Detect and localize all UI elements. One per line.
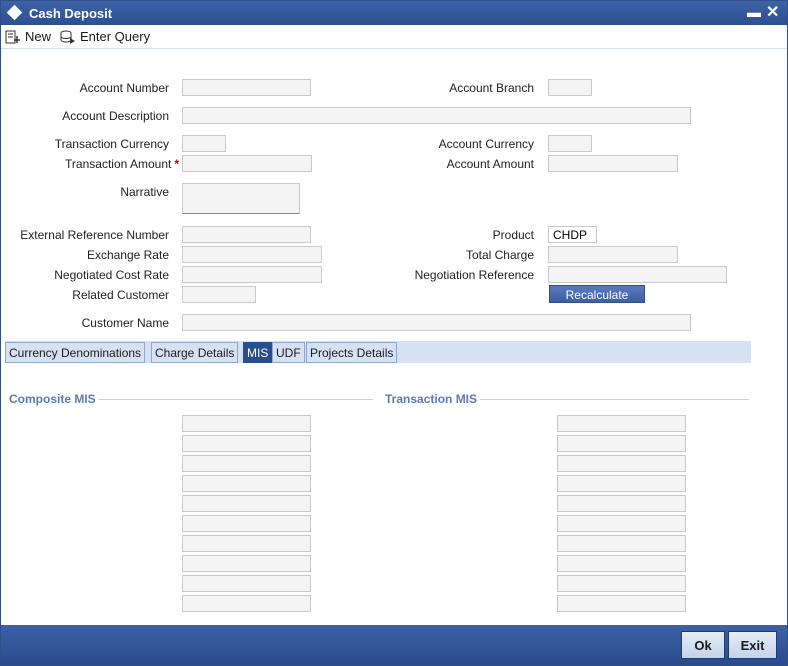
composite-mis-field[interactable] — [182, 455, 311, 472]
transaction-mis-field[interactable] — [557, 575, 686, 592]
transaction-mis-field[interactable] — [557, 495, 686, 512]
tab-udf[interactable]: UDF — [272, 342, 305, 363]
account-branch-label: Account Branch — [449, 81, 534, 95]
account-amount-input[interactable] — [548, 155, 678, 172]
negotiation-reference-label: Negotiation Reference — [414, 268, 534, 282]
transaction-mis-field[interactable] — [557, 515, 686, 532]
transaction-mis-field[interactable] — [557, 415, 686, 432]
new-document-icon — [5, 30, 20, 43]
transaction-currency-input[interactable] — [182, 135, 226, 152]
enter-query-label: Enter Query — [80, 29, 151, 44]
account-number-label: Account Number — [79, 81, 169, 95]
window-diamond-icon — [6, 4, 23, 21]
external-reference-input[interactable] — [182, 226, 311, 243]
account-currency-label: Account Currency — [438, 137, 534, 151]
window-title: Cash Deposit — [29, 6, 113, 21]
composite-mis-field[interactable] — [182, 595, 311, 612]
exchange-rate-input[interactable] — [182, 246, 322, 263]
composite-mis-field[interactable] — [182, 535, 311, 552]
transaction-mis-field[interactable] — [557, 595, 686, 612]
account-branch-input[interactable] — [548, 79, 592, 96]
total-charge-input[interactable] — [548, 246, 678, 263]
transaction-currency-label: Transaction Currency — [54, 137, 169, 151]
toolbar: New Enter Query — [1, 25, 787, 49]
customer-name-input[interactable] — [182, 314, 691, 331]
account-currency-input[interactable] — [548, 135, 592, 152]
account-number-input[interactable] — [182, 79, 311, 96]
customer-name-label: Customer Name — [81, 316, 169, 330]
transaction-amount-label: Transaction Amount * — [65, 157, 179, 171]
negotiated-cost-rate-label: Negotiated Cost Rate — [54, 268, 169, 282]
composite-mis-field[interactable] — [182, 495, 311, 512]
composite-mis-field[interactable] — [182, 515, 311, 532]
ok-button[interactable]: Ok — [681, 631, 725, 659]
new-button[interactable]: New — [5, 29, 51, 44]
account-description-input[interactable] — [182, 107, 691, 124]
account-description-label: Account Description — [62, 109, 169, 123]
transaction-mis-field[interactable] — [557, 455, 686, 472]
related-customer-input[interactable] — [182, 286, 256, 303]
product-label: Product — [492, 228, 534, 242]
transaction-amount-input[interactable] — [182, 155, 312, 172]
exit-button[interactable]: Exit — [728, 631, 777, 659]
query-icon — [60, 30, 75, 44]
related-customer-label: Related Customer — [72, 288, 169, 302]
required-marker: * — [174, 157, 179, 171]
composite-mis-field[interactable] — [182, 435, 311, 452]
narrative-label: Narrative — [120, 185, 169, 199]
transaction-amount-text: Transaction Amount — [65, 157, 172, 171]
transaction-mis-divider — [480, 399, 749, 400]
tab-bar: Currency Denominations Charge Details MI… — [5, 341, 751, 363]
transaction-mis-field[interactable] — [557, 435, 686, 452]
transaction-mis-title: Transaction MIS — [385, 392, 478, 406]
tab-projects-details[interactable]: Projects Details — [306, 342, 398, 363]
exchange-rate-label: Exchange Rate — [86, 248, 169, 262]
external-reference-label: External Reference Number — [20, 228, 169, 242]
transaction-mis-field[interactable] — [557, 475, 686, 492]
transaction-mis-field[interactable] — [557, 535, 686, 552]
cash-deposit-window: Cash Deposit ▬ ✕ New Enter Query Account… — [0, 0, 788, 666]
negotiated-cost-rate-input[interactable] — [182, 266, 322, 283]
account-amount-label: Account Amount — [446, 157, 534, 171]
enter-query-button[interactable]: Enter Query — [60, 29, 150, 44]
transaction-mis-field[interactable] — [557, 555, 686, 572]
narrative-textarea[interactable] — [182, 183, 300, 214]
tab-mis[interactable]: MIS — [243, 342, 273, 363]
total-charge-label: Total Charge — [465, 248, 534, 262]
footer-bar: Ok Exit — [1, 625, 787, 665]
negotiation-reference-input[interactable] — [548, 266, 727, 283]
composite-mis-divider — [99, 399, 373, 400]
title-bar: Cash Deposit ▬ ✕ — [1, 1, 787, 25]
product-input[interactable] — [548, 226, 597, 243]
minimize-icon[interactable]: ▬ — [747, 4, 761, 20]
composite-mis-field[interactable] — [182, 415, 311, 432]
recalculate-button[interactable]: Recalculate — [549, 285, 645, 303]
tab-charge-details[interactable]: Charge Details — [151, 342, 239, 363]
composite-mis-field[interactable] — [182, 475, 311, 492]
composite-mis-field[interactable] — [182, 555, 311, 572]
close-icon[interactable]: ✕ — [766, 2, 779, 22]
composite-mis-title: Composite MIS — [9, 392, 96, 406]
composite-mis-field[interactable] — [182, 575, 311, 592]
tab-currency-denominations[interactable]: Currency Denominations — [5, 342, 146, 363]
new-label: New — [25, 29, 52, 44]
